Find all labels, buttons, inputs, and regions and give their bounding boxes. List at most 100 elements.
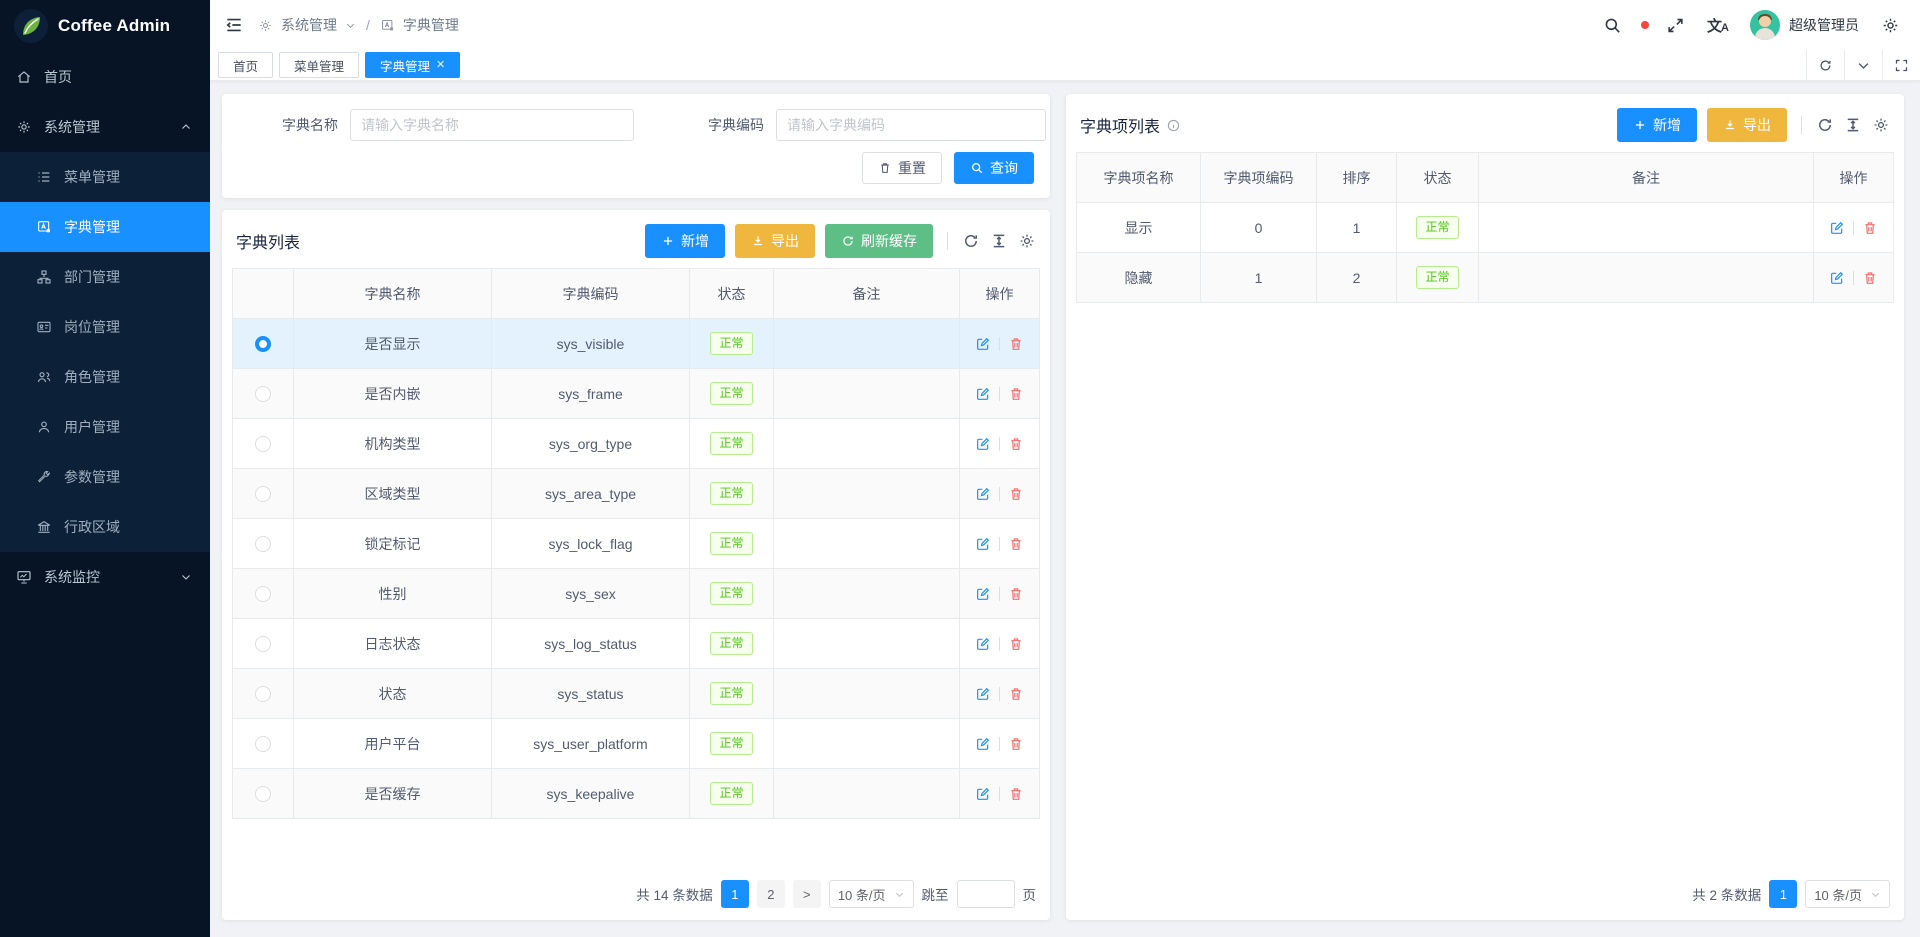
delete-icon[interactable] <box>1008 586 1024 602</box>
page-size-select[interactable]: 10 条/页 <box>829 880 914 908</box>
page-button-1[interactable]: 1 <box>1769 880 1797 908</box>
top-header: 系统管理 / 字典管理 文A 超级管理员 <box>210 0 1920 50</box>
edit-icon[interactable] <box>975 736 991 752</box>
row-radio[interactable] <box>255 786 271 802</box>
row-radio[interactable] <box>255 386 271 402</box>
jump-page-input[interactable] <box>957 880 1015 908</box>
sidebar-item-system[interactable]: 系统管理 <box>0 102 210 152</box>
row-radio[interactable] <box>255 586 271 602</box>
delete-icon[interactable] <box>1008 386 1024 402</box>
table-row[interactable]: 锁定标记 sys_lock_flag 正常 <box>233 519 1040 569</box>
row-radio[interactable] <box>255 486 271 502</box>
row-radio[interactable] <box>255 436 271 452</box>
page-size-select[interactable]: 10 条/页 <box>1805 880 1890 908</box>
sidebar-item-role-mgmt[interactable]: 角色管理 <box>0 352 210 402</box>
collapse-menu-icon[interactable] <box>224 15 244 35</box>
edit-icon[interactable] <box>975 436 991 452</box>
sidebar-item-dept-mgmt[interactable]: 部门管理 <box>0 252 210 302</box>
edit-icon[interactable] <box>975 486 991 502</box>
sidebar-item-admin-region[interactable]: 行政区域 <box>0 502 210 552</box>
delete-icon[interactable] <box>1008 336 1024 352</box>
page-size-value: 10 条/页 <box>838 885 886 904</box>
edit-icon[interactable] <box>975 386 991 402</box>
close-icon[interactable]: ✕ <box>436 60 445 71</box>
search-icon[interactable] <box>1603 16 1622 35</box>
export-dict-button[interactable]: 导出 <box>735 224 815 258</box>
dict-name-input[interactable] <box>350 109 634 141</box>
settings-gear-icon[interactable] <box>1881 16 1900 35</box>
table-row[interactable]: 区域类型 sys_area_type 正常 <box>233 469 1040 519</box>
edit-icon[interactable] <box>975 636 991 652</box>
row-density-icon[interactable] <box>990 232 1008 250</box>
table-row[interactable]: 隐藏 1 2 正常 <box>1077 253 1894 303</box>
delete-icon[interactable] <box>1008 436 1024 452</box>
sidebar-item-monitor[interactable]: 系统监控 <box>0 552 210 602</box>
breadcrumb-parent[interactable]: 系统管理 <box>281 15 337 35</box>
row-radio[interactable] <box>255 636 271 652</box>
page-button-1[interactable]: 1 <box>721 880 749 908</box>
delete-icon[interactable] <box>1008 536 1024 552</box>
table-row[interactable]: 是否显示 sys_visible 正常 <box>233 319 1040 369</box>
tab-dict-mgmt[interactable]: 字典管理✕ <box>365 52 460 78</box>
refresh-table-icon[interactable] <box>1816 116 1834 134</box>
sidebar-item-label: 参数管理 <box>64 467 120 487</box>
sidebar-item-param-mgmt[interactable]: 参数管理 <box>0 452 210 502</box>
row-radio[interactable] <box>255 336 271 352</box>
delete-icon[interactable] <box>1862 270 1878 286</box>
table-row[interactable]: 日志状态 sys_log_status 正常 <box>233 619 1040 669</box>
fullscreen-icon[interactable] <box>1666 16 1685 35</box>
row-radio[interactable] <box>255 736 271 752</box>
refresh-tab-icon[interactable] <box>1806 50 1844 80</box>
table-row[interactable]: 性别 sys_sex 正常 <box>233 569 1040 619</box>
edit-icon[interactable] <box>975 336 991 352</box>
table-row[interactable]: 状态 sys_status 正常 <box>233 669 1040 719</box>
table-row[interactable]: 是否内嵌 sys_frame 正常 <box>233 369 1040 419</box>
item-name-cell: 隐藏 <box>1077 253 1201 303</box>
delete-icon[interactable] <box>1008 736 1024 752</box>
page-button-2[interactable]: 2 <box>757 880 785 908</box>
edit-icon[interactable] <box>975 686 991 702</box>
row-density-icon[interactable] <box>1844 116 1862 134</box>
dict-code-input[interactable] <box>776 109 1046 141</box>
column-settings-gear-icon[interactable] <box>1872 116 1890 134</box>
reset-button[interactable]: 重置 <box>862 152 942 184</box>
export-dict-item-button[interactable]: 导出 <box>1707 108 1787 142</box>
sidebar-item-menu-mgmt[interactable]: 菜单管理 <box>0 152 210 202</box>
edit-icon[interactable] <box>975 586 991 602</box>
tab-menu-mgmt[interactable]: 菜单管理 <box>279 52 359 78</box>
user-menu[interactable]: 超级管理员 <box>1750 10 1859 40</box>
edit-icon[interactable] <box>975 786 991 802</box>
delete-icon[interactable] <box>1008 486 1024 502</box>
edit-icon[interactable] <box>975 536 991 552</box>
query-button[interactable]: 查询 <box>954 152 1034 184</box>
table-row[interactable]: 显示 0 1 正常 <box>1077 203 1894 253</box>
sidebar-item-dict-mgmt[interactable]: 字典管理 <box>0 202 210 252</box>
row-radio[interactable] <box>255 686 271 702</box>
refresh-cache-button[interactable]: 刷新缓存 <box>825 224 933 258</box>
chevron-down-icon[interactable] <box>1844 50 1882 80</box>
add-dict-item-button[interactable]: 新增 <box>1617 108 1697 142</box>
divider <box>999 587 1000 601</box>
maximize-icon[interactable] <box>1882 50 1920 80</box>
next-page-button[interactable]: > <box>793 880 821 908</box>
table-row[interactable]: 是否缓存 sys_keepalive 正常 <box>233 769 1040 819</box>
refresh-table-icon[interactable] <box>962 232 980 250</box>
tab-home[interactable]: 首页 <box>218 52 273 78</box>
column-settings-gear-icon[interactable] <box>1018 232 1036 250</box>
edit-icon[interactable] <box>1829 270 1845 286</box>
table-row[interactable]: 机构类型 sys_org_type 正常 <box>233 419 1040 469</box>
translate-icon[interactable]: 文A <box>1707 15 1728 36</box>
delete-icon[interactable] <box>1008 686 1024 702</box>
sidebar-item-home[interactable]: 首页 <box>0 52 210 102</box>
add-dict-button[interactable]: 新增 <box>645 224 725 258</box>
delete-icon[interactable] <box>1862 220 1878 236</box>
row-radio[interactable] <box>255 536 271 552</box>
table-row[interactable]: 用户平台 sys_user_platform 正常 <box>233 719 1040 769</box>
page-size-value: 10 条/页 <box>1814 885 1862 904</box>
sidebar-item-user-mgmt[interactable]: 用户管理 <box>0 402 210 452</box>
sidebar-item-post-mgmt[interactable]: 岗位管理 <box>0 302 210 352</box>
delete-icon[interactable] <box>1008 636 1024 652</box>
search-icon <box>970 161 984 175</box>
delete-icon[interactable] <box>1008 786 1024 802</box>
edit-icon[interactable] <box>1829 220 1845 236</box>
